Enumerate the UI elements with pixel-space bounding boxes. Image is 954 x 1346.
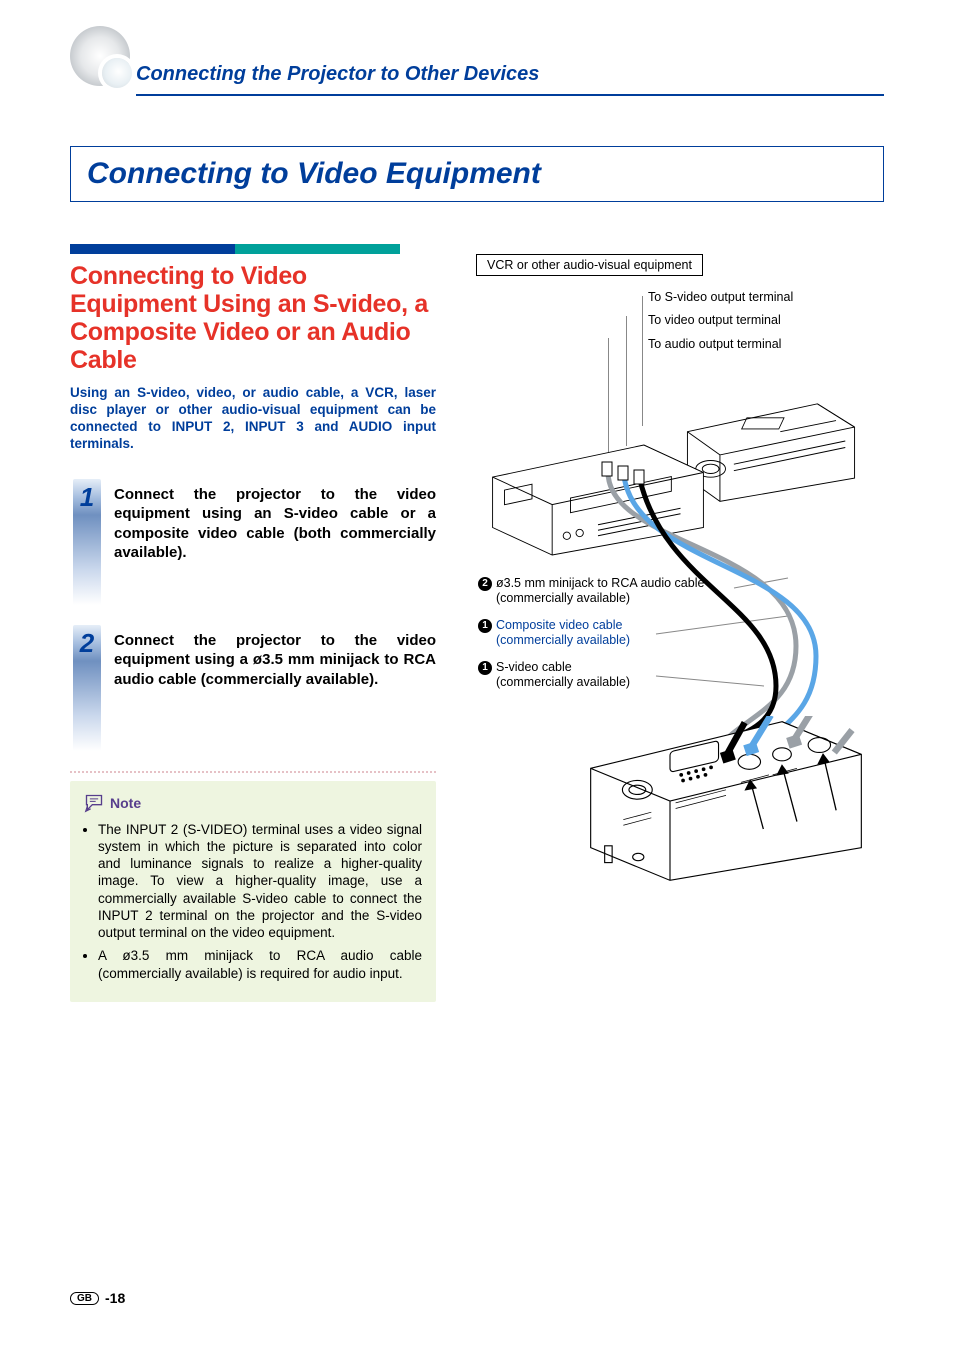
header-title: Connecting the Projector to Other Device… — [136, 57, 539, 86]
page-footer: GB -18 — [70, 1290, 125, 1306]
callout-audio-line2: (commercially available) — [478, 591, 630, 605]
step-list: 1 Connect the projector to the video equ… — [70, 479, 436, 751]
header-ornament — [70, 26, 130, 86]
dotted-rule — [70, 771, 436, 773]
page: Connecting the Projector to Other Device… — [0, 0, 954, 1346]
callout-audio-line1: ø3.5 mm minijack to RCA audio cable — [496, 576, 704, 590]
callout-audio-cable: 2 ø3.5 mm minijack to RCA audio cable (co… — [478, 576, 738, 607]
note-icon — [84, 793, 104, 813]
note-item-2: A ø3.5 mm minijack to RCA audio cable (c… — [98, 947, 422, 982]
section-intro: Using an S-video, video, or audio cable,… — [70, 384, 436, 453]
step-1: 1 Connect the projector to the video equ… — [70, 479, 436, 605]
banner-title: Connecting to Video Equipment — [87, 157, 867, 191]
note-header: Note — [84, 793, 422, 813]
connection-diagram: To S-video output terminal To video outp… — [476, 286, 884, 1066]
step-number: 2 — [73, 625, 101, 661]
accent-bar — [70, 244, 400, 254]
header-rule — [136, 94, 884, 96]
callout-svideo-cable: 1 S-video cable (commercially available) — [478, 660, 718, 691]
note-item-1: The INPUT 2 (S-VIDEO) terminal uses a vi… — [98, 821, 422, 942]
step-2-text: Connect the projector to the video equip… — [114, 625, 436, 690]
page-number: -18 — [105, 1290, 125, 1306]
callout-composite-line2: (commercially available) — [478, 633, 630, 647]
right-column: VCR or other audio-visual equipment To S… — [476, 244, 884, 1066]
section-heading: Connecting to Video Equipment Using an S… — [70, 262, 436, 374]
callout-bullet-icon: 1 — [478, 661, 492, 675]
callout-composite-cable: 1 Composite video cable (commercially ava… — [478, 618, 718, 649]
callout-svideo-line1: S-video cable — [496, 660, 572, 674]
callout-bullet-icon: 2 — [478, 577, 492, 591]
callout-composite-line1: Composite video cable — [496, 618, 622, 632]
note-box: Note The INPUT 2 (S-VIDEO) terminal uses… — [70, 781, 436, 1002]
step-number: 1 — [73, 479, 101, 515]
vcr-label: VCR or other audio-visual equipment — [476, 254, 703, 276]
step-badge-2: 2 — [70, 625, 104, 751]
callout-svideo-line2: (commercially available) — [478, 675, 630, 689]
step-2: 2 Connect the projector to the video equ… — [70, 625, 436, 751]
region-badge: GB — [70, 1292, 99, 1305]
step-1-text: Connect the projector to the video equip… — [114, 479, 436, 563]
step-badge-1: 1 — [70, 479, 104, 605]
banner: Connecting to Video Equipment — [70, 146, 884, 202]
content-columns: Connecting to Video Equipment Using an S… — [70, 244, 884, 1066]
note-label: Note — [110, 795, 141, 811]
header-row: Connecting the Projector to Other Device… — [70, 56, 884, 86]
left-column: Connecting to Video Equipment Using an S… — [70, 244, 436, 1066]
terminal-panel-illustration — [586, 716, 866, 886]
note-list: The INPUT 2 (S-VIDEO) terminal uses a vi… — [84, 821, 422, 982]
callout-bullet-icon: 1 — [478, 619, 492, 633]
